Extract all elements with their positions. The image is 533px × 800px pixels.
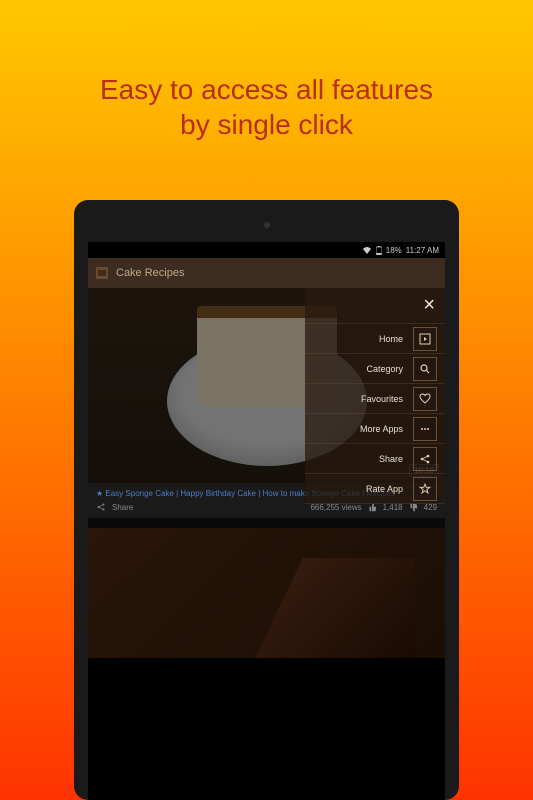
promo-line-2: by single click — [0, 107, 533, 142]
heart-icon — [413, 387, 437, 411]
menu-label: Home — [379, 334, 403, 344]
menu-label: Category — [366, 364, 403, 374]
menu-item-share[interactable]: Share — [305, 444, 445, 474]
menu-label: Rate App — [366, 484, 403, 494]
status-time: 11:27 AM — [406, 246, 439, 255]
app-title: Cake Recipes — [116, 267, 184, 279]
menu-item-favourites[interactable]: Favourites — [305, 384, 445, 414]
tablet-camera — [264, 222, 270, 228]
tablet-frame: 18% 11:27 AM Cake Recipes × Home — [74, 200, 459, 800]
wifi-icon — [362, 246, 372, 254]
menu-close-button[interactable]: × — [305, 288, 445, 324]
share-button-label[interactable]: Share — [112, 503, 133, 512]
menu-item-home[interactable]: Home — [305, 324, 445, 354]
app-icon — [96, 267, 108, 279]
next-video-thumbnail[interactable] — [88, 528, 445, 658]
play-icon — [413, 327, 437, 351]
status-bar: 18% 11:27 AM — [88, 242, 445, 258]
star-icon — [413, 477, 437, 501]
app-header: Cake Recipes — [88, 258, 445, 288]
menu-label: Favourites — [361, 394, 403, 404]
more-icon — [413, 417, 437, 441]
menu-item-more-apps[interactable]: More Apps — [305, 414, 445, 444]
battery-percent: 18% — [386, 246, 402, 255]
promo-line-1: Easy to access all features — [0, 72, 533, 107]
promo-heading: Easy to access all features by single cl… — [0, 0, 533, 142]
menu-label: Share — [379, 454, 403, 464]
tablet-screen: 18% 11:27 AM Cake Recipes × Home — [88, 242, 445, 800]
menu-item-category[interactable]: Category — [305, 354, 445, 384]
close-icon: × — [423, 294, 435, 317]
share-icon — [413, 447, 437, 471]
battery-icon — [376, 246, 382, 255]
side-menu: × Home Category Favourites — [305, 288, 445, 504]
share-icon-small[interactable] — [96, 502, 106, 512]
search-icon — [413, 357, 437, 381]
menu-item-rate-app[interactable]: Rate App — [305, 474, 445, 504]
content-area: × Home Category Favourites — [88, 288, 445, 658]
chocolate-cake-image — [255, 558, 415, 658]
menu-label: More Apps — [360, 424, 403, 434]
